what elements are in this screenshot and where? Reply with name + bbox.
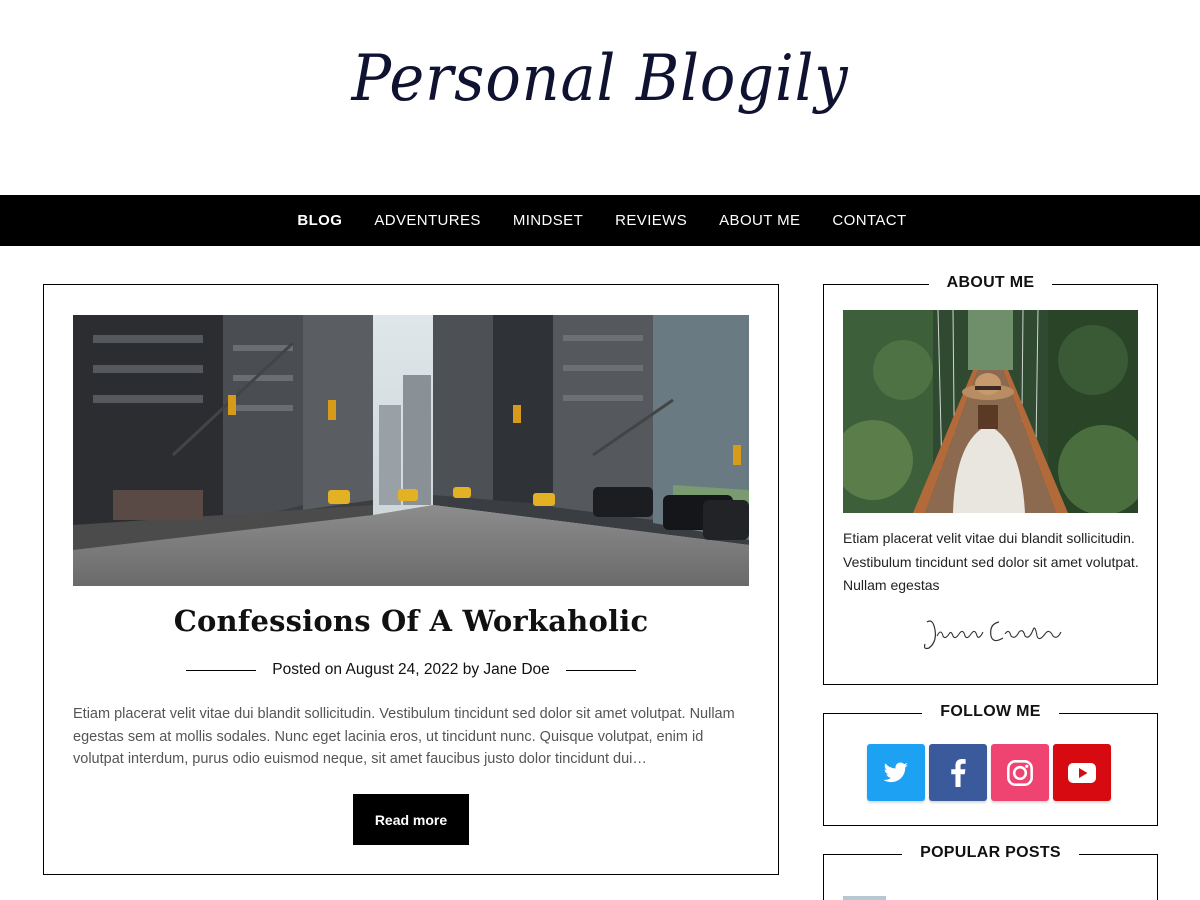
meta-text: Posted on August 24, 2022 by Jane Doe [272, 661, 550, 679]
about-me-widget: ABOUT ME Etiam placerat velit vitae dui … [823, 274, 1158, 685]
read-more-button[interactable]: Read more [353, 794, 469, 845]
popular-post-thumbnail[interactable] [843, 896, 886, 900]
post-author-link[interactable]: Jane Doe [483, 661, 549, 678]
meta-divider-right [565, 669, 636, 671]
site-title-link[interactable]: Personal Blogily [48, 42, 1152, 116]
youtube-icon [1068, 762, 1096, 783]
site-header: Personal Blogily [0, 0, 1200, 195]
social-links [867, 744, 1115, 801]
facebook-icon [951, 758, 966, 787]
about-me-text: Etiam placerat velit vitae dui blandit s… [843, 530, 1139, 593]
follow-widget-title-text: FOLLOW ME [922, 703, 1059, 720]
nav-item-blog: BLOG [297, 212, 342, 230]
main-navigation: BLOG ADVENTURES MINDSET REVIEWS ABOUT ME… [0, 195, 1200, 246]
post-excerpt: Etiam placerat velit vitae dui blandit s… [73, 706, 735, 767]
popular-widget-title-text: POPULAR POSTS [902, 844, 1079, 861]
about-me-photo [843, 310, 1138, 513]
follow-widget-title: FOLLOW ME [824, 703, 1157, 721]
popular-widget-title: POPULAR POSTS [824, 844, 1157, 862]
post-date-link[interactable]: August 24, 2022 [346, 661, 459, 678]
nav-item-reviews: REVIEWS [615, 212, 687, 230]
meta-prefix: Posted on [272, 661, 343, 678]
follow-me-widget: FOLLOW ME [823, 703, 1158, 826]
nav-link-adventures[interactable]: ADVENTURES [374, 212, 481, 229]
post-featured-image[interactable] [73, 315, 749, 586]
post-meta: Posted on August 24, 2022 by Jane Doe [44, 661, 778, 679]
nav-link-blog[interactable]: BLOG [297, 212, 342, 229]
meta-divider-left [186, 669, 257, 671]
youtube-button[interactable] [1053, 744, 1111, 801]
post-title[interactable]: Confessions Of A Workaholic [44, 604, 778, 638]
signature [919, 610, 1069, 655]
nav-list: BLOG ADVENTURES MINDSET REVIEWS ABOUT ME… [0, 195, 1200, 246]
post-card: Confessions Of A Workaholic Posted on Au… [43, 284, 779, 875]
about-widget-title: ABOUT ME [824, 274, 1157, 292]
suspension-bridge-photo [843, 310, 1138, 513]
popular-posts-widget: POPULAR POSTS [823, 844, 1158, 900]
nav-item-mindset: MINDSET [513, 212, 583, 230]
instagram-icon [1007, 759, 1033, 786]
about-widget-title-text: ABOUT ME [928, 274, 1053, 291]
nav-link-contact[interactable]: CONTACT [832, 212, 906, 229]
city-street-photo [73, 315, 749, 586]
twitter-icon [883, 761, 908, 782]
nav-item-contact: CONTACT [832, 212, 906, 230]
signature-image [923, 620, 1062, 650]
instagram-button[interactable] [991, 744, 1049, 801]
meta-by: by [462, 661, 480, 678]
nav-link-reviews[interactable]: REVIEWS [615, 212, 687, 229]
twitter-button[interactable] [867, 744, 925, 801]
nav-link-mindset[interactable]: MINDSET [513, 212, 583, 229]
nav-item-about-me: ABOUT ME [719, 212, 800, 230]
nav-item-adventures: ADVENTURES [374, 212, 481, 230]
facebook-button[interactable] [929, 744, 987, 801]
nav-link-about-me[interactable]: ABOUT ME [719, 212, 800, 229]
